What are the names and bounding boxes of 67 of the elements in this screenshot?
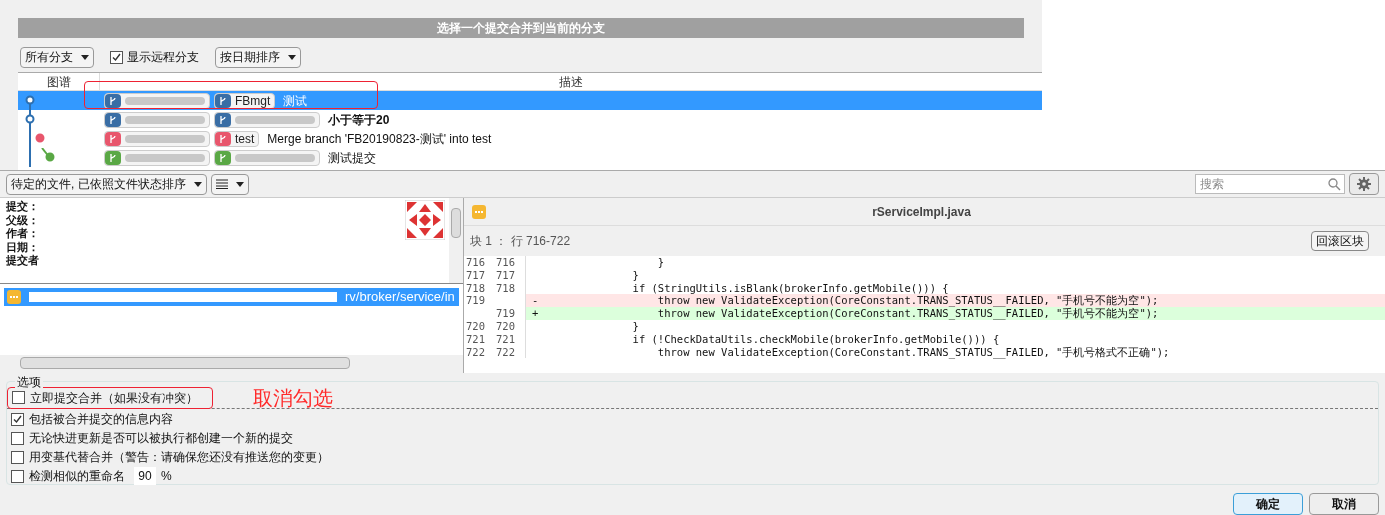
percent-unit: % [161,468,172,485]
modified-icon [7,290,21,304]
caret-icon [193,181,202,187]
search-icon [1328,178,1341,191]
caret-icon [81,54,89,60]
line-number: 721 [496,332,515,345]
option-label: 立即提交合并（如果没有冲突） [30,389,198,407]
commit-message: Merge branch 'FB20190823-测试' into test [267,130,492,148]
branch-tag: test [214,130,260,147]
commit-info-label: 提交： [6,200,40,214]
settings-icon [1357,177,1371,191]
vertical-scrollbar[interactable] [449,198,463,283]
commit-info-label: 父级： [6,213,40,227]
line-number: 721 [466,332,485,345]
commit-info-label: 提交者 [6,254,40,268]
commit-info-label: 作者： [6,227,40,241]
checkbox[interactable] [110,50,123,64]
cancel-button[interactable]: 取消 [1309,493,1379,515]
list-icon [215,179,228,189]
diff-filename: rServiceImpl.java [871,203,972,221]
checkbox[interactable] [11,431,24,445]
column-header[interactable]: 图谱 [18,73,100,90]
sort-dropdown[interactable]: 按日期排序 [215,46,301,68]
revert-hunk-button[interactable]: 回滚区块 [1311,231,1369,251]
file-path: rv/broker/service/in [345,288,455,306]
commit-message: 测试 [283,92,308,110]
dialog-title: 选择一个提交合并到当前的分支 [18,18,1024,38]
option-label: 包括被合并提交的信息内容 [29,411,173,428]
option-label: 检测相似的重命名 [29,468,125,485]
commit-info-label: 日期： [6,240,40,254]
line-number: 720 [466,320,485,332]
settings-button[interactable] [1349,173,1379,195]
line-number: 722 [496,345,515,358]
option-label: 用变基代替合并（警告：请确保您还没有推送您的变更） [29,449,329,466]
file-sort-dropdown[interactable]: 待定的文件, 已依照文件状态排序 [6,173,207,195]
caret-icon [288,54,296,60]
modified-icon [472,204,486,219]
commit-message: 小于等于20 [328,111,390,129]
checkbox[interactable] [11,469,24,483]
branch-tag: FBmgt [214,92,276,109]
show-remote-label: 显示远程分支 [127,49,199,66]
commit-message: 测试提交 [328,149,376,167]
checkbox[interactable] [11,412,24,426]
percent-field[interactable]: 90 [134,467,156,485]
options-title: 选项 [15,373,43,391]
line-number: 716 [496,256,515,268]
line-number: 717 [496,268,515,281]
checkbox[interactable] [11,450,24,464]
search-field[interactable]: 搜索 [1195,174,1345,194]
caret-icon [235,181,244,187]
column-header[interactable]: 描述 [100,73,1042,90]
line-number: 718 [466,281,485,294]
line-number: 718 [496,281,515,294]
line-number: 716 [466,256,485,268]
line-number: 722 [466,345,485,358]
option-label: 无论快进更新是否可以被执行都创建一个新的提交 [29,430,293,447]
line-number: 720 [496,320,515,332]
line-number: 719 [496,307,515,320]
line-number: 717 [466,268,485,281]
annotation-text: 取消勾选 [253,386,333,409]
commit-row[interactable]: FBmgt 测试 [18,91,1042,110]
branch-filter-dropdown[interactable]: 所有分支 [20,46,94,68]
hunk-header: 块 1 ： 行 716-722 [470,233,572,250]
line-number: 719 [466,294,485,307]
checkbox[interactable] [12,391,25,404]
confirm-button[interactable]: 确定 [1233,493,1303,515]
view-dropdown[interactable] [210,173,249,195]
